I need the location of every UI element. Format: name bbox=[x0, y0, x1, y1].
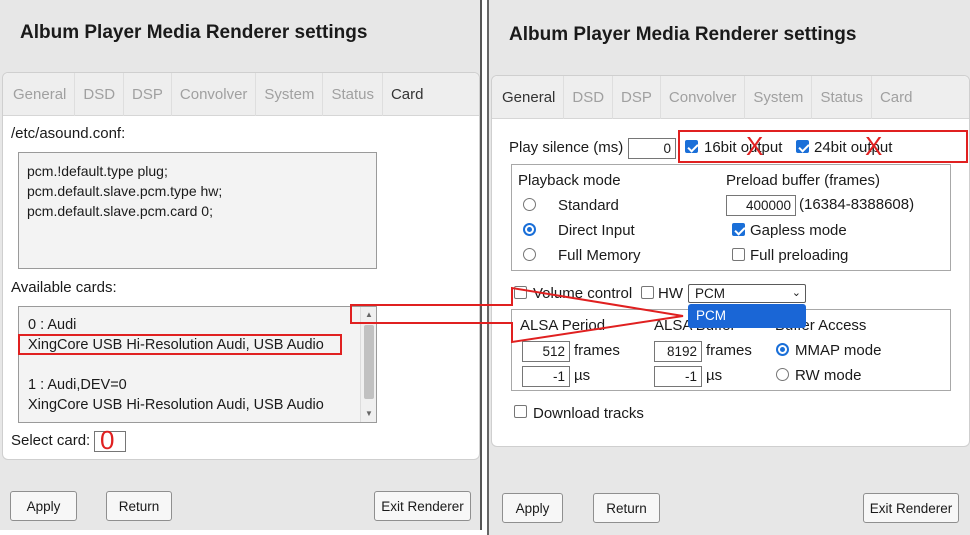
full-memory-radio[interactable] bbox=[523, 248, 536, 261]
list-item[interactable] bbox=[28, 355, 324, 375]
asound-line: pcm.default.slave.pcm.type hw; bbox=[27, 183, 223, 199]
full-memory-label: Full Memory bbox=[558, 247, 641, 264]
gapless-mode-checkbox[interactable] bbox=[732, 223, 745, 236]
settings-card: General DSD DSP Convolver System Status … bbox=[491, 75, 970, 447]
return-button[interactable]: Return bbox=[106, 491, 172, 521]
16bit-output-checkbox[interactable] bbox=[685, 140, 698, 153]
available-cards-label: Available cards: bbox=[11, 279, 117, 296]
scrollbar[interactable]: ▲ ▼ bbox=[360, 307, 376, 422]
direct-input-radio[interactable] bbox=[523, 223, 536, 236]
mmap-mode-label: MMAP mode bbox=[795, 342, 882, 359]
us-unit-label: µs bbox=[574, 367, 591, 384]
page-title: Album Player Media Renderer settings bbox=[20, 22, 368, 43]
mmap-mode-radio[interactable] bbox=[776, 343, 789, 356]
scroll-down-arrow-icon[interactable]: ▼ bbox=[361, 406, 376, 422]
full-preloading-checkbox[interactable] bbox=[732, 248, 745, 261]
asound-conf-textarea[interactable]: pcm.!default.type plug; pcm.default.slav… bbox=[18, 152, 377, 269]
tab-bar: General DSD DSP Convolver System Status … bbox=[3, 72, 479, 116]
available-cards-list[interactable]: 0 : Audi XingCore USB Hi-Resolution Audi… bbox=[18, 306, 377, 423]
right-settings-panel: Album Player Media Renderer settings Gen… bbox=[487, 0, 970, 535]
tab-dsd[interactable]: DSD bbox=[75, 72, 125, 116]
annotation-x-mark: X bbox=[865, 131, 883, 161]
tab-convolver[interactable]: Convolver bbox=[661, 75, 746, 119]
apply-button[interactable]: Apply bbox=[10, 491, 77, 521]
hw-label: HW bbox=[658, 285, 683, 302]
exit-renderer-button[interactable]: Exit Renderer bbox=[863, 493, 959, 523]
volume-dropdown-option[interactable]: PCM bbox=[688, 304, 806, 328]
page-title: Album Player Media Renderer settings bbox=[509, 24, 857, 45]
buffer-us-input[interactable]: -1 bbox=[654, 366, 702, 387]
list-item[interactable]: 1 : Audi,DEV=0 bbox=[28, 375, 324, 395]
volume-control-label: Volume control bbox=[533, 285, 633, 302]
tab-system[interactable]: System bbox=[256, 72, 324, 116]
settings-card: General DSD DSP Convolver System Status … bbox=[2, 72, 480, 460]
return-button[interactable]: Return bbox=[593, 493, 660, 523]
list-item[interactable]: 0 : Audi bbox=[28, 315, 324, 335]
buffer-frames-input[interactable]: 8192 bbox=[654, 341, 702, 362]
tab-card[interactable]: Card bbox=[872, 76, 921, 119]
period-us-input[interactable]: -1 bbox=[522, 366, 570, 387]
select-card-label: Select card: bbox=[11, 432, 91, 449]
annotation-highlight-box bbox=[18, 334, 342, 355]
volume-control-checkbox[interactable] bbox=[514, 286, 527, 299]
alsa-period-label: ALSA Period bbox=[520, 317, 606, 334]
download-tracks-label: Download tracks bbox=[533, 405, 644, 422]
tab-general[interactable]: General bbox=[494, 75, 565, 119]
exit-renderer-button[interactable]: Exit Renderer bbox=[374, 491, 471, 521]
24bit-output-checkbox[interactable] bbox=[796, 140, 809, 153]
rw-mode-label: RW mode bbox=[795, 367, 862, 384]
left-settings-panel: Album Player Media Renderer settings Gen… bbox=[0, 0, 482, 530]
tab-convolver[interactable]: Convolver bbox=[172, 72, 257, 116]
asound-conf-label: /etc/asound.conf: bbox=[11, 125, 126, 142]
tab-dsp[interactable]: DSP bbox=[613, 75, 661, 119]
tab-general[interactable]: General bbox=[5, 72, 76, 116]
preload-range-label: (16384-8388608) bbox=[799, 196, 915, 213]
tab-dsp[interactable]: DSP bbox=[124, 72, 172, 116]
chevron-down-icon: ⌄ bbox=[791, 287, 801, 299]
asound-line: pcm.default.slave.pcm.card 0; bbox=[27, 203, 213, 219]
standard-radio[interactable] bbox=[523, 198, 536, 211]
annotation-x-mark: X bbox=[746, 131, 764, 161]
scroll-up-arrow-icon[interactable]: ▲ bbox=[361, 307, 376, 323]
scroll-thumb[interactable] bbox=[364, 325, 374, 399]
tab-system[interactable]: System bbox=[745, 75, 813, 119]
16bit-output-label: 16bit output bbox=[704, 139, 783, 156]
tab-bar: General DSD DSP Convolver System Status … bbox=[492, 75, 969, 119]
playback-mode-label: Playback mode bbox=[518, 172, 621, 189]
list-item[interactable]: XingCore USB Hi-Resolution Audi, USB Aud… bbox=[28, 395, 324, 415]
period-frames-input[interactable]: 512 bbox=[522, 341, 570, 362]
hw-checkbox[interactable] bbox=[641, 286, 654, 299]
us-unit-label: µs bbox=[706, 367, 723, 384]
play-silence-label: Play silence (ms) bbox=[509, 139, 624, 156]
gapless-mode-label: Gapless mode bbox=[750, 222, 847, 239]
volume-select-value: PCM bbox=[695, 286, 725, 301]
full-preloading-label: Full preloading bbox=[750, 247, 849, 264]
annotation-card-number: 0 bbox=[100, 425, 115, 455]
tab-status[interactable]: Status bbox=[323, 72, 383, 116]
direct-input-label: Direct Input bbox=[558, 222, 635, 239]
frames-unit-label: frames bbox=[706, 342, 752, 359]
asound-line: pcm.!default.type plug; bbox=[27, 163, 168, 179]
volume-select[interactable]: PCM ⌄ bbox=[688, 284, 806, 303]
tab-status[interactable]: Status bbox=[812, 75, 872, 119]
tab-dsd[interactable]: DSD bbox=[564, 75, 614, 119]
tab-card[interactable]: Card bbox=[383, 73, 432, 116]
preload-buffer-label: Preload buffer (frames) bbox=[726, 172, 880, 189]
preload-buffer-input[interactable]: 400000 bbox=[726, 195, 796, 216]
apply-button[interactable]: Apply bbox=[502, 493, 563, 523]
standard-label: Standard bbox=[558, 197, 619, 214]
download-tracks-checkbox[interactable] bbox=[514, 405, 527, 418]
play-silence-input[interactable]: 0 bbox=[628, 138, 676, 159]
frames-unit-label: frames bbox=[574, 342, 620, 359]
rw-mode-radio[interactable] bbox=[776, 368, 789, 381]
